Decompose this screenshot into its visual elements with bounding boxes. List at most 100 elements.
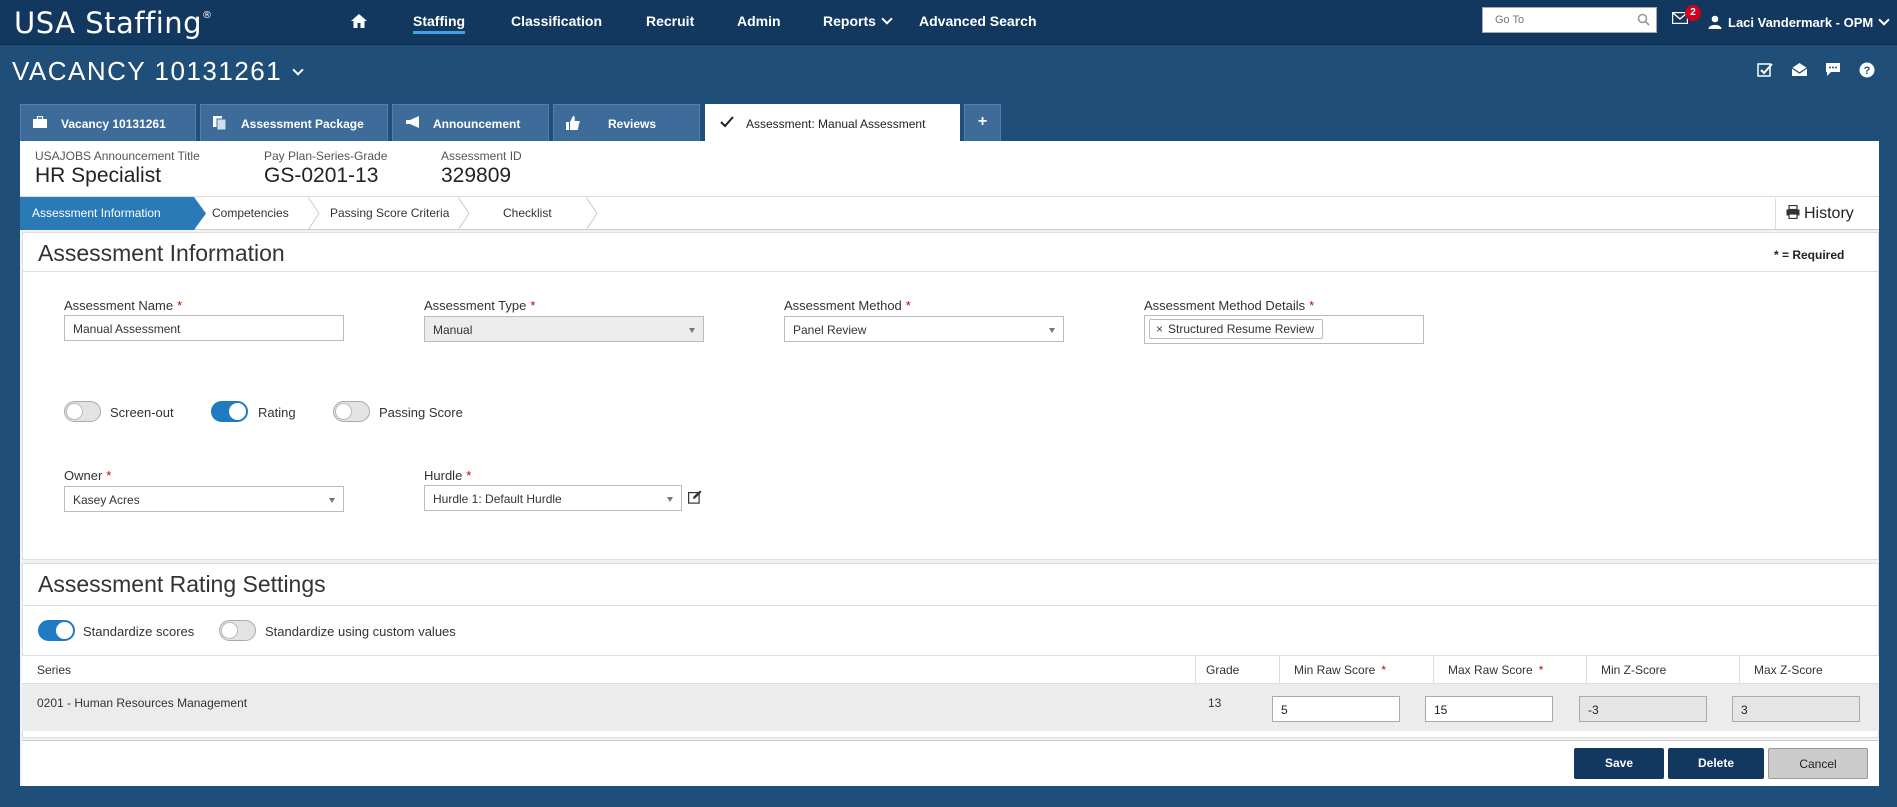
screen-out-toggle[interactable] <box>64 401 101 422</box>
max-z-score-input: 3 <box>1732 696 1860 722</box>
checkmark-icon <box>720 116 734 131</box>
logo-mark: ® <box>202 10 213 21</box>
goto-placeholder: Go To <box>1495 14 1525 26</box>
delete-button[interactable]: Delete <box>1668 748 1764 779</box>
standardize-scores-toggle[interactable] <box>38 620 75 641</box>
step-divider <box>458 197 470 230</box>
dropdown-arrow-icon <box>329 498 335 503</box>
select-value: Manual <box>433 323 473 337</box>
label-text: Assessment Name <box>64 298 174 313</box>
add-tab-button[interactable]: + <box>964 104 1001 141</box>
nav-classification[interactable]: Classification <box>511 13 602 29</box>
step-checklist[interactable]: Checklist <box>503 197 552 230</box>
user-name: Laci Vandermark - OPM <box>1728 15 1874 30</box>
history-button[interactable]: History <box>1775 198 1875 229</box>
user-menu[interactable]: Laci Vandermark - OPM <box>1708 13 1890 30</box>
assessment-name-input[interactable]: Manual Assessment <box>64 315 344 341</box>
step-arrow <box>194 197 206 230</box>
hurdle-select[interactable]: Hurdle 1: Default Hurdle <box>424 485 682 511</box>
assessment-method-select[interactable]: Panel Review <box>784 316 1064 342</box>
dropdown-arrow-icon <box>667 497 673 502</box>
goto-search-input[interactable]: Go To <box>1482 7 1657 33</box>
passing-score-toggle[interactable] <box>333 401 370 422</box>
label-text: Assessment Method <box>784 298 902 313</box>
tab-label: Reviews <box>608 117 657 131</box>
method-detail-chip: × Structured Resume Review <box>1149 319 1324 339</box>
required-star: * <box>530 298 536 313</box>
panel-divider <box>22 271 1879 272</box>
min-raw-score-input[interactable]: 5 <box>1272 696 1400 722</box>
label-text: Owner <box>64 468 103 483</box>
save-button[interactable]: Save <box>1574 748 1664 779</box>
tab-announcement[interactable]: Announcement <box>392 104 549 141</box>
step-passing-score-criteria[interactable]: Passing Score Criteria <box>330 197 449 230</box>
toggle-knob <box>66 403 83 420</box>
column-header-max-raw: Max Raw Score * <box>1433 655 1586 684</box>
cancel-button[interactable]: Cancel <box>1768 748 1868 779</box>
assessment-type-select: Manual <box>424 316 704 342</box>
tab-assessment-package[interactable]: Assessment Package <box>200 104 388 141</box>
assessment-method-details-label: Assessment Method Details * <box>1144 298 1314 313</box>
step-bar <box>20 197 1879 230</box>
table-row: 0201 - Human Resources Management 13 5 1… <box>22 684 1879 731</box>
app-logo[interactable]: USA Staffing® <box>14 6 213 40</box>
tab-vacancy[interactable]: Vacancy 10131261 <box>20 104 196 141</box>
mail-icon[interactable]: 2 <box>1671 5 1701 29</box>
custom-values-toggle[interactable] <box>219 620 256 641</box>
required-star: * <box>177 298 183 313</box>
edit-icon[interactable] <box>688 490 702 509</box>
announcement-title-value: HR Specialist <box>35 164 162 187</box>
column-header-max-z: Max Z-Score <box>1739 655 1879 684</box>
announcement-title-label: USAJOBS Announcement Title <box>35 149 200 163</box>
nav-reports[interactable]: Reports <box>823 13 893 29</box>
tab-assessment-manual[interactable]: Assessment: Manual Assessment <box>705 104 960 143</box>
assessment-type-label: Assessment Type * <box>424 298 535 313</box>
screen-out-label: Screen-out <box>110 405 174 420</box>
nav-staffing[interactable]: Staffing <box>413 13 466 34</box>
tab-reviews[interactable]: Reviews <box>553 104 700 141</box>
assessment-method-label: Assessment Method * <box>784 298 911 313</box>
search-icon[interactable] <box>1637 13 1650 29</box>
dropdown-arrow-icon <box>1049 328 1055 333</box>
select-value: Kasey Acres <box>73 493 140 507</box>
chip-label: Structured Resume Review <box>1168 322 1315 336</box>
toggle-knob <box>56 622 73 639</box>
required-star: * <box>1309 298 1315 313</box>
notification-mail-icon[interactable] <box>1791 62 1808 77</box>
assessment-method-details-multiselect[interactable]: × Structured Resume Review <box>1144 315 1424 344</box>
label-text: Hurdle <box>424 468 463 483</box>
checklist-icon[interactable] <box>1757 62 1773 78</box>
required-note: * = Required <box>1774 248 1845 262</box>
vacancy-title[interactable]: VACANCY 10131261 <box>12 56 304 87</box>
nav-admin[interactable]: Admin <box>737 13 781 29</box>
assessment-information-title: Assessment Information <box>38 240 285 266</box>
column-header-min-raw: Min Raw Score * <box>1279 655 1433 684</box>
custom-values-label: Standardize using custom values <box>265 624 456 639</box>
assessment-name-label: Assessment Name * <box>64 298 182 313</box>
tab-label: Announcement <box>433 117 521 131</box>
header-text: Min Raw Score <box>1294 663 1376 677</box>
label-text: Assessment Method Details <box>1144 298 1306 313</box>
standardize-scores-label: Standardize scores <box>83 624 195 639</box>
svg-text:?: ? <box>1864 65 1871 77</box>
logo-text: USA Staffing <box>14 6 203 40</box>
home-icon[interactable] <box>350 12 370 32</box>
nav-advanced-search[interactable]: Advanced Search <box>919 13 1037 29</box>
chevron-down-icon <box>881 13 893 25</box>
nav-reports-label: Reports <box>823 13 876 29</box>
step-assessment-information[interactable]: Assessment Information <box>20 197 194 230</box>
nav-recruit[interactable]: Recruit <box>646 13 694 29</box>
help-icon[interactable]: ? <box>1859 62 1875 78</box>
rating-toggle[interactable] <box>211 401 248 422</box>
required-star: * <box>905 298 911 313</box>
history-label: History <box>1804 205 1854 222</box>
assessment-id-value: 329809 <box>441 164 512 187</box>
thumbs-up-icon <box>566 116 580 133</box>
hurdle-label: Hurdle * <box>424 468 471 483</box>
toggle-knob <box>335 403 352 420</box>
comment-icon[interactable] <box>1825 62 1841 77</box>
max-raw-score-input[interactable]: 15 <box>1425 696 1553 722</box>
owner-select[interactable]: Kasey Acres <box>64 486 344 512</box>
step-competencies[interactable]: Competencies <box>212 197 289 230</box>
remove-chip-icon[interactable]: × <box>1156 322 1163 336</box>
